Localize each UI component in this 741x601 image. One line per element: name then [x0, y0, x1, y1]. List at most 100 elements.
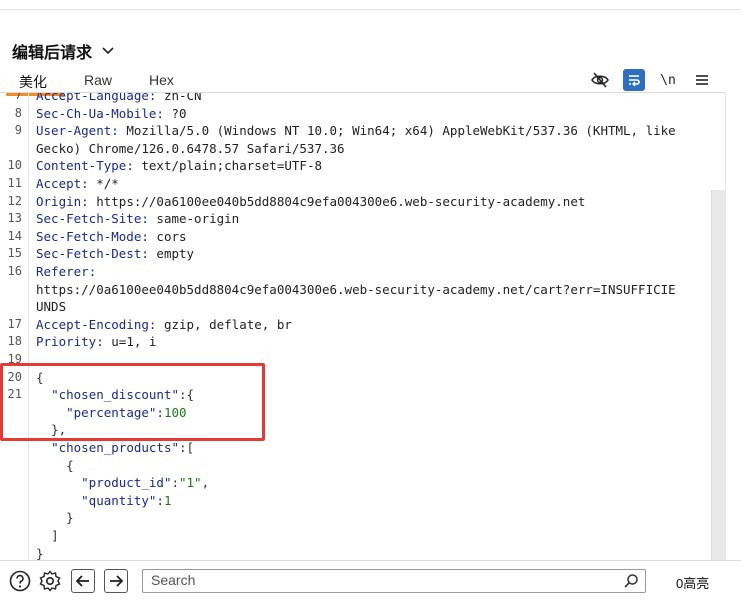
header-name: Accept-Encoding [36, 316, 149, 332]
json-line[interactable]: } [0, 545, 741, 560]
panel-header[interactable]: 编辑后请求 [12, 40, 116, 62]
json-line[interactable]: "product_id":"1", [0, 474, 741, 491]
json-key: "quantity" [81, 492, 157, 508]
line-content: Accept: */* [36, 175, 119, 192]
line-content: UNDS [36, 298, 66, 315]
wrap-text-icon[interactable] [623, 69, 645, 91]
top-divider [0, 0, 741, 10]
line-content: User-Agent: Mozilla/5.0 (Windows NT 10.0… [36, 122, 676, 139]
header-line[interactable]: 13 Sec-Fetch-Site: same-origin [0, 210, 741, 227]
json-punctuation: : [171, 475, 179, 491]
line-content: Sec-Ch-Ua-Mobile: ?0 [36, 105, 187, 122]
newline-icon[interactable]: \n [657, 69, 679, 91]
line-content: Sec-Fetch-Dest: empty [36, 245, 194, 262]
header-name: Sec-Ch-Ua-Mobile [36, 105, 157, 121]
json-key: "product_id" [81, 475, 172, 491]
header-name: User-Agent [36, 123, 112, 139]
chevron-down-icon[interactable] [100, 43, 116, 59]
header-line[interactable]: 9 User-Agent: Mozilla/5.0 (Windows NT 10.… [0, 122, 741, 139]
header-value: u=1, i [111, 334, 157, 350]
request-editor[interactable]: 7 Accept-Language: zh-CN 8 Sec-Ch-Ua-Mobile… [0, 92, 741, 560]
header-separator: : [111, 123, 127, 139]
menu-icon[interactable] [691, 69, 713, 91]
json-line[interactable]: ] [0, 527, 741, 544]
line-content: Sec-Fetch-Mode: cors [36, 228, 187, 245]
json-punctuation: :[ [179, 440, 195, 455]
header-line[interactable]: 12 Origin: https://0a6100ee040b5dd8804c9e… [0, 193, 741, 210]
back-arrow-icon[interactable] [71, 569, 95, 593]
header-name: Priority [36, 334, 97, 350]
header-line[interactable]: 14 Sec-Fetch-Mode: cors [0, 228, 741, 245]
header-line[interactable]: 7 Accept-Language: zh-CN [0, 92, 741, 104]
line-content: "chosen_products":[ [36, 439, 194, 456]
header-line[interactable]: 11 Accept: */* [0, 175, 741, 192]
eye-slash-icon[interactable] [589, 69, 611, 91]
line-content: Accept-Language: zh-CN [36, 92, 202, 104]
line-content: "quantity":1 [36, 492, 171, 509]
line-number: 12 [7, 193, 22, 208]
header-separator: : [81, 176, 97, 191]
json-punctuation: , [201, 475, 210, 491]
header-separator: : [141, 228, 157, 244]
header-value: empty [156, 246, 195, 262]
line-number: 17 [7, 316, 22, 331]
header-separator: : [148, 316, 164, 332]
json-punctuation: ] [51, 528, 59, 543]
header-separator: : [148, 92, 164, 103]
json-line[interactable]: "quantity":1 [0, 492, 741, 509]
header-line[interactable]: 18 Priority: u=1, i [0, 333, 741, 350]
line-number: 11 [7, 176, 22, 190]
editor-scrollbar[interactable] [711, 190, 725, 560]
tab-hex[interactable]: Hex [149, 72, 174, 88]
header-name: Sec-Fetch-Mode [36, 228, 142, 244]
json-punctuation: : [156, 492, 164, 508]
search-icon[interactable] [623, 573, 639, 592]
json-line[interactable]: "chosen_products":[ [0, 439, 741, 456]
header-separator: : [96, 334, 112, 350]
bottom-bar: Search 0高亮 [0, 560, 741, 601]
line-content: } [36, 545, 44, 560]
header-value: https://0a6100ee040b5dd8804c9efa004300e6… [36, 281, 676, 297]
header-line[interactable]: 17 Accept-Encoding: gzip, deflate, br [0, 316, 741, 333]
help-icon[interactable] [8, 569, 32, 593]
panel-title: 编辑后请求 [12, 43, 93, 62]
line-content: https://0a6100ee040b5dd8804c9efa004300e6… [36, 281, 676, 298]
header-line[interactable]: Gecko) Chrome/126.0.6478.57 Safari/537.3… [0, 140, 741, 157]
header-line[interactable]: 10 Content-Type: text/plain;charset=UTF-8 [0, 157, 741, 174]
header-name: Accept-Language [36, 92, 149, 103]
header-value: same-origin [156, 211, 240, 227]
header-value: UNDS [36, 299, 67, 315]
line-number: 9 [14, 123, 22, 138]
json-number: 1 [163, 492, 172, 508]
line-content: } [36, 509, 74, 526]
json-line[interactable]: } [0, 509, 741, 526]
header-line[interactable]: 8 Sec-Ch-Ua-Mobile: ?0 [0, 105, 741, 122]
editor-toolbar: \n [589, 69, 713, 91]
header-line[interactable]: 15 Sec-Fetch-Dest: empty [0, 245, 741, 262]
header-value: https://0a6100ee040b5dd8804c9efa004300e6… [96, 193, 586, 209]
line-number: 14 [7, 228, 22, 243]
header-separator: : [88, 264, 97, 279]
line-content: ] [36, 527, 59, 544]
json-line[interactable]: { [0, 457, 741, 474]
header-value: cors [156, 228, 187, 244]
forward-arrow-icon[interactable] [104, 569, 128, 593]
header-line[interactable]: UNDS [0, 298, 741, 315]
tab-pretty[interactable]: 美化 [19, 72, 47, 92]
gear-icon[interactable] [38, 569, 62, 593]
line-number: 8 [14, 105, 22, 120]
header-line[interactable]: 16 Referer: [0, 263, 741, 280]
tab-raw[interactable]: Raw [84, 72, 112, 88]
header-line[interactable]: https://0a6100ee040b5dd8804c9efa004300e6… [0, 281, 741, 298]
header-name: Origin [36, 193, 82, 209]
line-content: Content-Type: text/plain;charset=UTF-8 [36, 157, 322, 174]
json-punctuation: } [36, 545, 44, 560]
header-separator: : [81, 193, 97, 209]
search-input[interactable]: Search [142, 569, 646, 593]
line-number: 10 [7, 158, 22, 173]
line-content: "product_id":"1", [36, 474, 209, 491]
